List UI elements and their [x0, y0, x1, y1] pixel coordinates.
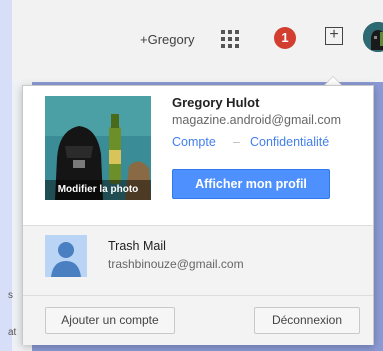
- logout-button[interactable]: Déconnexion: [254, 307, 360, 334]
- avatar-mini-image: [363, 22, 383, 52]
- google-top-bar: +Gregory 1 +: [12, 0, 383, 82]
- privacy-link[interactable]: Confidentialité: [250, 135, 329, 149]
- background-partial-text: at: [8, 327, 17, 338]
- profile-name: Gregory Hulot: [172, 95, 260, 110]
- google-plus-name-link[interactable]: +Gregory: [140, 32, 195, 47]
- profile-email: magazine.android@gmail.com: [172, 113, 342, 127]
- other-account-email: trashbinouze@gmail.com: [108, 257, 244, 271]
- notification-badge[interactable]: 1: [274, 27, 296, 49]
- view-profile-button[interactable]: Afficher mon profil: [172, 169, 330, 199]
- other-account-name: Trash Mail: [108, 239, 166, 253]
- profile-photo[interactable]: Modifier la photo: [45, 96, 151, 200]
- link-separator: –: [233, 135, 240, 149]
- account-dropdown: Modifier la photo Gregory Hulot magazine…: [22, 85, 374, 345]
- dropdown-caret-inner: [325, 77, 341, 85]
- share-icon[interactable]: +: [325, 27, 343, 45]
- background-partial-text: s: [8, 290, 13, 301]
- apps-grid-icon[interactable]: [221, 30, 241, 50]
- dropdown-footer: Ajouter un compte Déconnexion: [23, 295, 373, 345]
- other-account-item[interactable]: Trash Mail trashbinouze@gmail.com: [23, 225, 373, 295]
- account-link[interactable]: Compte: [172, 135, 216, 149]
- change-photo-label[interactable]: Modifier la photo: [45, 180, 151, 200]
- top-bar-actions: +Gregory 1 +: [123, 18, 383, 62]
- default-avatar-icon: [45, 235, 87, 277]
- account-avatar[interactable]: [363, 22, 383, 52]
- add-account-button[interactable]: Ajouter un compte: [45, 307, 175, 334]
- default-avatar-silhouette: [45, 235, 87, 277]
